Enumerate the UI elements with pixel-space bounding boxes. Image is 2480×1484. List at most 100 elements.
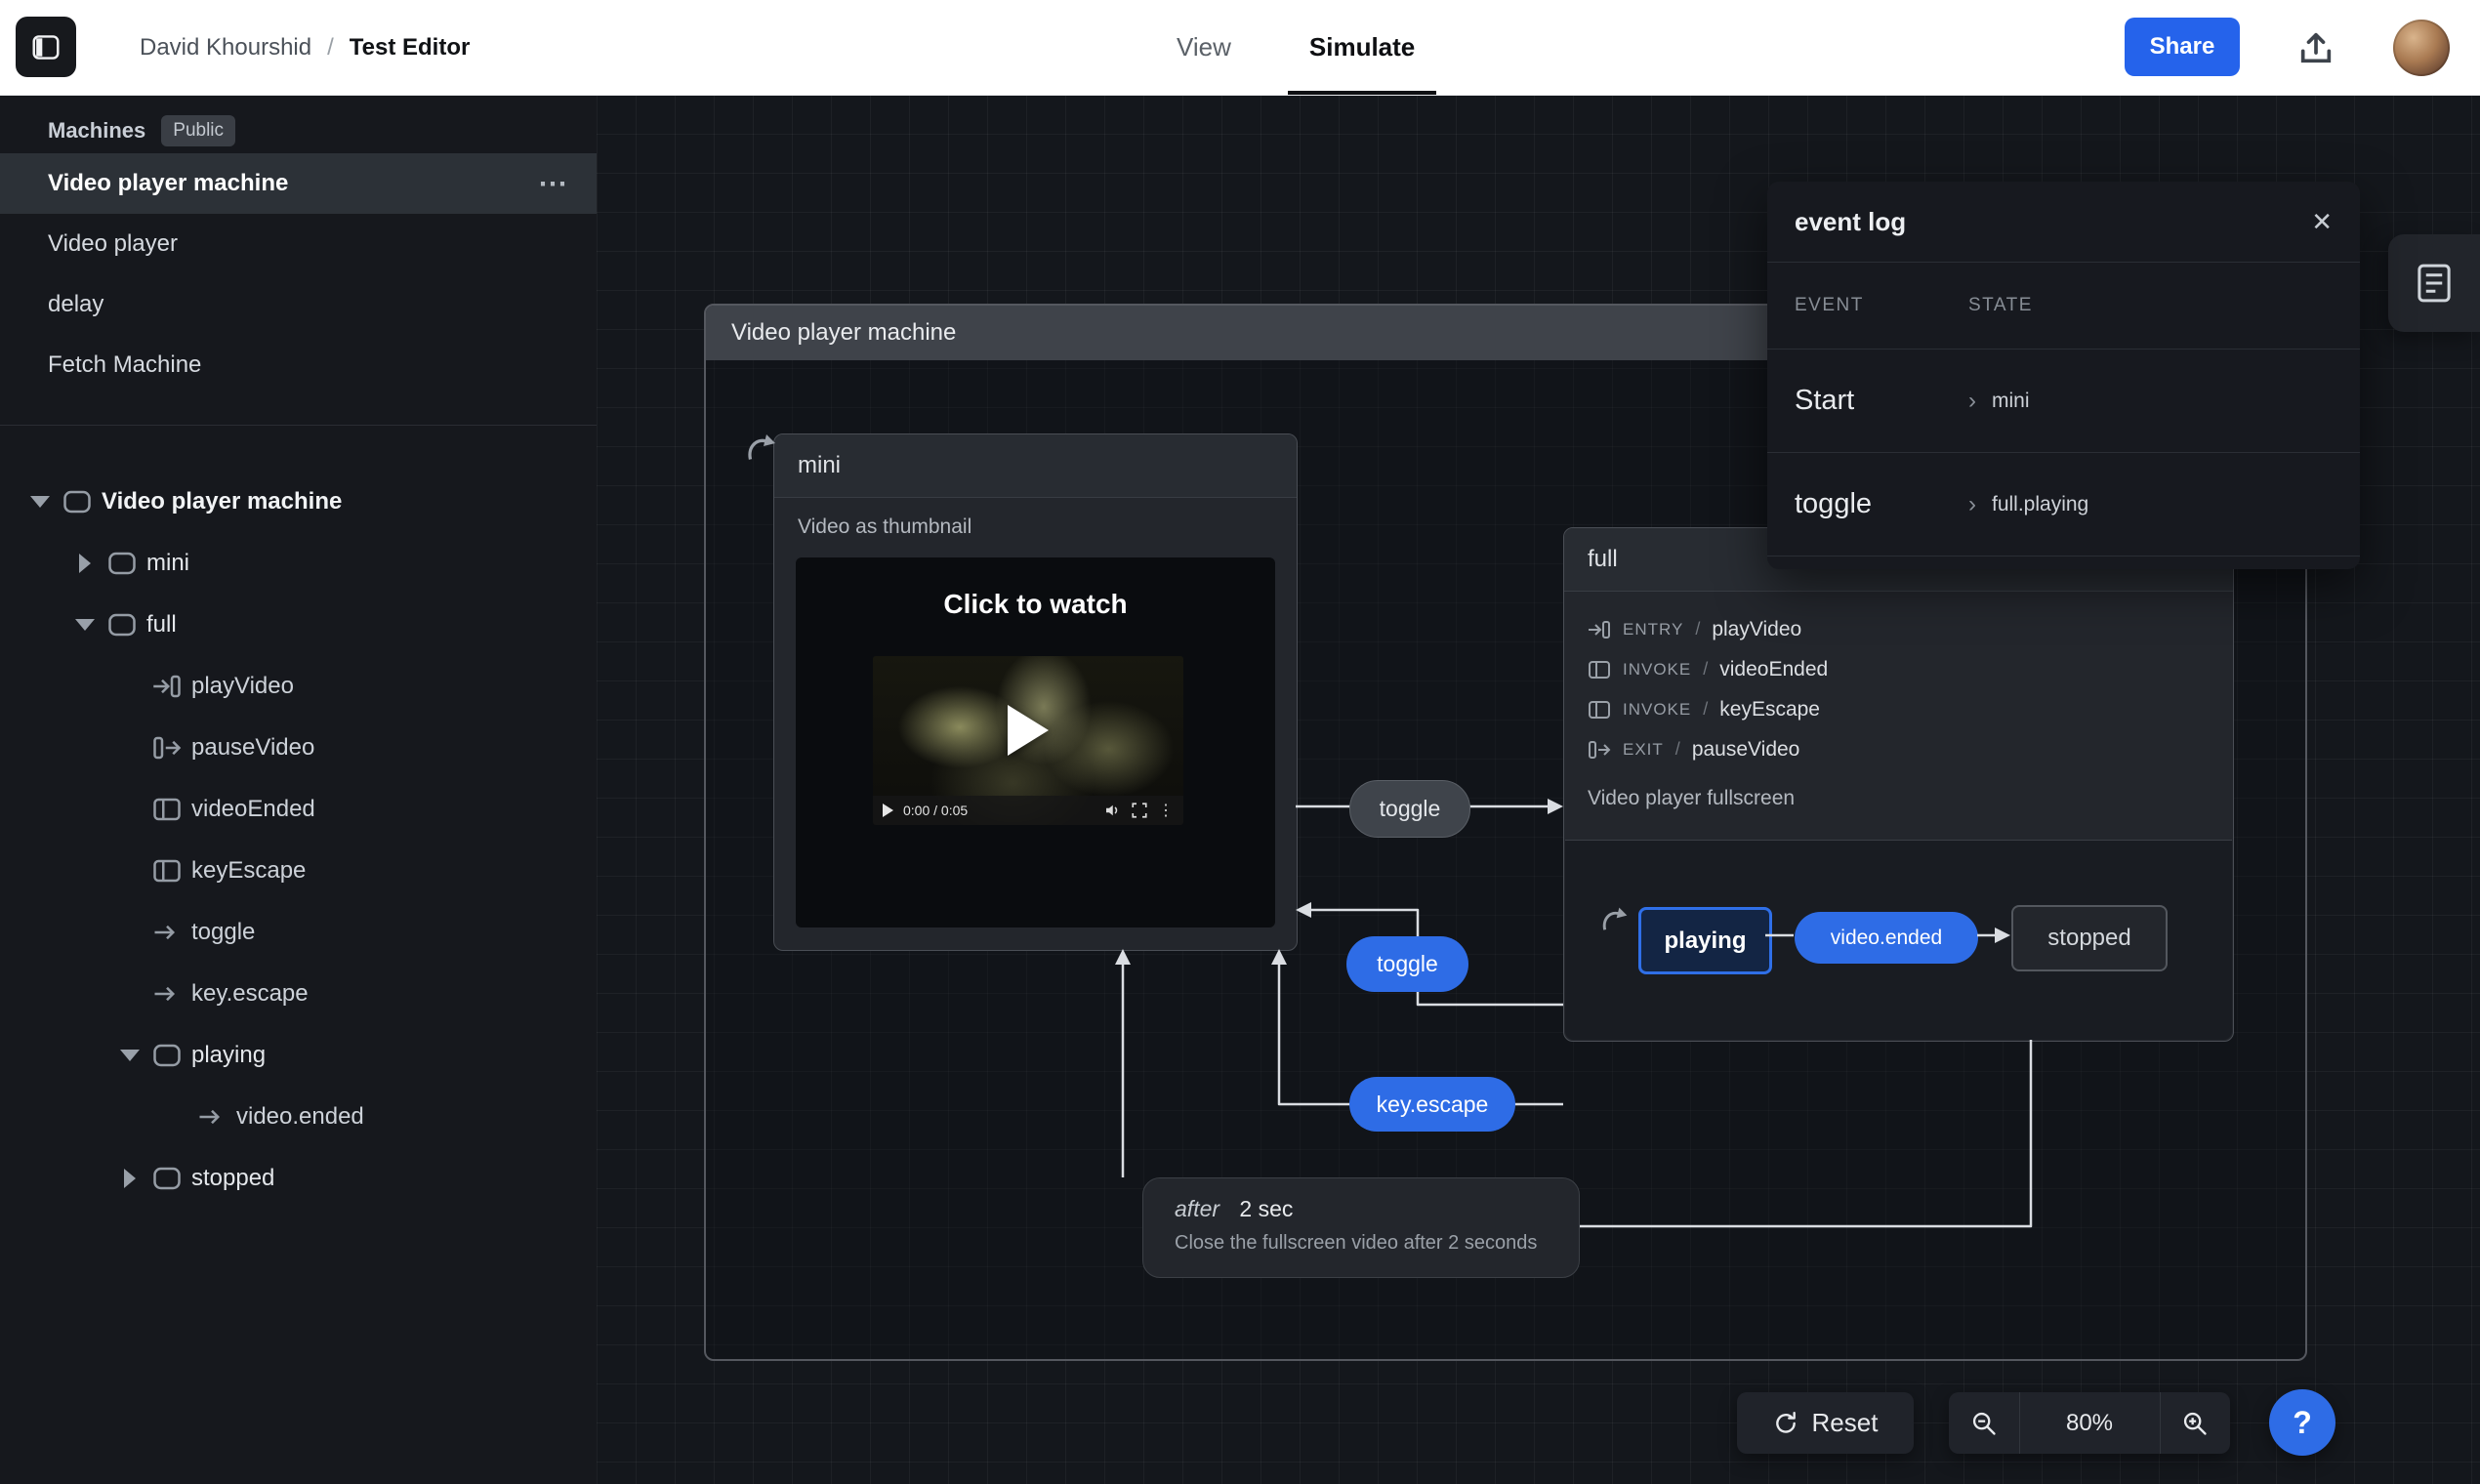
full-child-region: playing video.ended stopped — [1565, 840, 2232, 1040]
chevron-down-icon[interactable] — [70, 610, 100, 639]
action-row-entry-playvideo[interactable]: ENTRY / playVideo — [1588, 609, 2233, 649]
machine-item-label: Video player — [48, 230, 178, 258]
mode-tabs: View Simulate — [1177, 0, 1415, 95]
chevron-right-icon[interactable] — [115, 1164, 145, 1193]
state-icon — [107, 551, 137, 576]
zoom-out-icon — [1970, 1410, 1998, 1437]
event-column-header: EVENT — [1795, 295, 1968, 316]
help-button[interactable]: ? — [2269, 1389, 2335, 1456]
zoom-in-button[interactable] — [2161, 1392, 2231, 1454]
zoom-controls: 80% — [1949, 1392, 2230, 1454]
transition-after-2sec[interactable]: after 2 sec Close the fullscreen video a… — [1142, 1177, 1580, 1278]
transition-toggle-full-to-mini[interactable]: toggle — [1346, 936, 1468, 992]
state-node-stopped[interactable]: stopped — [2011, 905, 2168, 971]
play-button[interactable] — [1008, 705, 1049, 756]
video-controls: 0:00 / 0:05 ⋮ — [873, 796, 1183, 825]
event-log-columns: EVENT STATE — [1767, 263, 2360, 350]
event-log-panel: event log ✕ EVENT STATE Start › mini tog… — [1767, 182, 2360, 569]
machine-item-video-player[interactable]: Video player — [0, 214, 597, 274]
machine-item-label: delay — [48, 291, 103, 318]
state-node-playing[interactable]: playing — [1638, 907, 1772, 974]
tree-item-full[interactable]: full — [0, 594, 597, 655]
transition-toggle-mini-to-full[interactable]: toggle — [1349, 780, 1470, 838]
machine-item-label: Video player machine — [48, 170, 288, 197]
avatar[interactable] — [2393, 20, 2450, 76]
sidebar-toggle-button[interactable] — [16, 17, 76, 77]
tree-item-videoended[interactable]: videoEnded — [0, 778, 597, 840]
tree-item-pausevideo[interactable]: pauseVideo — [0, 717, 597, 778]
machine-item-video-player-machine[interactable]: Video player machine ⋯ — [0, 153, 597, 214]
event-log-title: event log — [1795, 207, 1906, 237]
tree-item-keyescape[interactable]: keyEscape — [0, 840, 597, 901]
state-tree: Video player machine mini full playVideo… — [0, 471, 597, 1209]
event-name: Start — [1795, 385, 1968, 417]
log-panel-tab[interactable] — [2388, 234, 2480, 332]
action-list: ENTRY / playVideo INVOKE / videoEnded IN… — [1564, 592, 2233, 769]
tree-item-mini[interactable]: mini — [0, 532, 597, 594]
share-button[interactable]: Share — [2125, 18, 2240, 76]
video-play-icon[interactable] — [883, 804, 893, 817]
after-time: 2 sec — [1239, 1196, 1293, 1221]
zoom-out-button[interactable] — [1949, 1392, 2019, 1454]
state-value: mini — [1992, 390, 2030, 413]
video-menu-icon[interactable]: ⋮ — [1158, 801, 1174, 820]
state-node-mini[interactable]: mini Video as thumbnail Click to watch 0… — [773, 433, 1298, 951]
chevron-down-icon[interactable] — [25, 487, 55, 516]
state-node-mini-description: Video as thumbnail — [774, 498, 1297, 539]
state-value: full.playing — [1992, 493, 2088, 516]
more-menu-icon[interactable]: ⋯ — [538, 167, 567, 201]
event-log-row: toggle › full.playing — [1767, 453, 2360, 556]
tree-item-video-player-machine[interactable]: Video player machine — [0, 471, 597, 532]
tree-item-toggle[interactable]: toggle — [0, 901, 597, 963]
video-panel: Click to watch 0:00 / 0:05 ⋮ — [796, 557, 1275, 928]
transition-video-ended[interactable]: video.ended — [1795, 912, 1978, 964]
tree-item-stopped[interactable]: stopped — [0, 1147, 597, 1209]
chevron-right-icon[interactable] — [70, 549, 100, 578]
chevron-right-icon: › — [1968, 388, 1976, 415]
state-node-full-description: Video player fullscreen — [1564, 769, 2233, 810]
state-node-mini-header[interactable]: mini — [774, 434, 1297, 498]
upload-icon — [2296, 28, 2335, 67]
tree-item-playvideo[interactable]: playVideo — [0, 655, 597, 717]
tab-view[interactable]: View — [1177, 0, 1231, 95]
tree-item-key-escape[interactable]: key.escape — [0, 963, 597, 1024]
breadcrumb-separator: / — [327, 34, 334, 62]
transition-arrow-icon — [197, 1104, 227, 1130]
transition-arrow-icon — [152, 981, 182, 1007]
refresh-icon — [1773, 1411, 1798, 1436]
machine-item-fetch-machine[interactable]: Fetch Machine — [0, 335, 597, 395]
breadcrumb-project[interactable]: Test Editor — [350, 34, 471, 62]
tree-item-playing[interactable]: playing — [0, 1024, 597, 1086]
tree-item-video-ended[interactable]: video.ended — [0, 1086, 597, 1147]
topbar: David Khourshid / Test Editor View Simul… — [0, 0, 2480, 96]
state-node-full[interactable]: full ENTRY / playVideo INVOKE / videoEnd… — [1563, 527, 2234, 1042]
machine-title: Video player machine — [731, 319, 956, 347]
video-heading: Click to watch — [796, 589, 1275, 620]
action-row-exit-pausevideo[interactable]: EXIT / pauseVideo — [1588, 729, 2233, 769]
reset-label: Reset — [1812, 1408, 1879, 1438]
invoke-icon — [1588, 659, 1611, 680]
action-row-invoke-keyescape[interactable]: INVOKE / keyEscape — [1588, 689, 2233, 729]
transition-key-escape[interactable]: key.escape — [1349, 1077, 1515, 1132]
machines-header: Machines Public — [0, 108, 597, 153]
volume-icon[interactable] — [1103, 802, 1121, 819]
sidebar-icon — [31, 34, 61, 61]
transition-arrow-icon — [152, 920, 182, 945]
invoke-icon — [1588, 699, 1611, 721]
fullscreen-icon[interactable] — [1131, 802, 1148, 819]
zoom-in-icon — [2181, 1410, 2209, 1437]
tab-simulate[interactable]: Simulate — [1309, 0, 1415, 95]
close-icon[interactable]: ✕ — [2311, 207, 2333, 237]
state-node-mini-title: mini — [798, 452, 841, 479]
video-thumbnail[interactable]: 0:00 / 0:05 ⋮ — [873, 656, 1183, 825]
document-icon — [2414, 262, 2455, 305]
event-log-header[interactable]: event log ✕ — [1767, 182, 2360, 263]
reset-button[interactable]: Reset — [1737, 1392, 1914, 1454]
state-icon — [152, 1043, 182, 1068]
breadcrumb-user[interactable]: David Khourshid — [140, 34, 311, 62]
machine-item-delay[interactable]: delay — [0, 274, 597, 335]
export-button[interactable] — [2289, 23, 2343, 72]
state-node-full-title: full — [1588, 546, 1618, 573]
chevron-down-icon[interactable] — [115, 1041, 145, 1070]
action-row-invoke-videoended[interactable]: INVOKE / videoEnded — [1588, 649, 2233, 689]
